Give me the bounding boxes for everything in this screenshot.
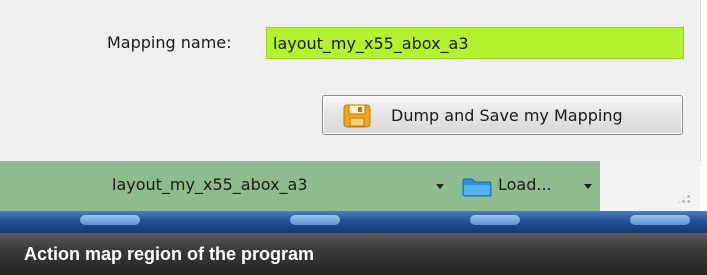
load-label: Load...: [498, 175, 552, 194]
taskbar-button-glow: [80, 215, 140, 225]
dump-save-mapping-button[interactable]: Dump and Save my Mapping: [322, 95, 683, 135]
mapping-panel: Mapping name: Dump and Save my Mapping: [0, 0, 701, 161]
taskbar-button-glow: [290, 215, 340, 225]
mapping-name-label: Mapping name:: [107, 33, 232, 52]
taskbar: [0, 211, 707, 233]
action-map-dropdown[interactable]: layout_my_x55_abox_a3: [0, 161, 460, 211]
taskbar-button-glow: [630, 215, 690, 225]
chevron-down-icon: [436, 184, 444, 189]
floppy-disk-icon: [343, 104, 371, 128]
load-dropdown-arrow-icon[interactable]: [584, 184, 592, 189]
mapping-name-input[interactable]: [266, 27, 684, 59]
caption-bar: Action map region of the program: [0, 233, 707, 275]
dump-save-mapping-label: Dump and Save my Mapping: [391, 106, 623, 125]
load-button[interactable]: Load...: [462, 161, 602, 211]
action-map-selected-value: layout_my_x55_abox_a3: [112, 175, 308, 194]
caption-text: Action map region of the program: [24, 244, 315, 264]
action-map-toolbar: layout_my_x55_abox_a3 Load...: [0, 161, 700, 211]
folder-icon: [462, 177, 492, 197]
taskbar-button-glow: [470, 215, 520, 225]
